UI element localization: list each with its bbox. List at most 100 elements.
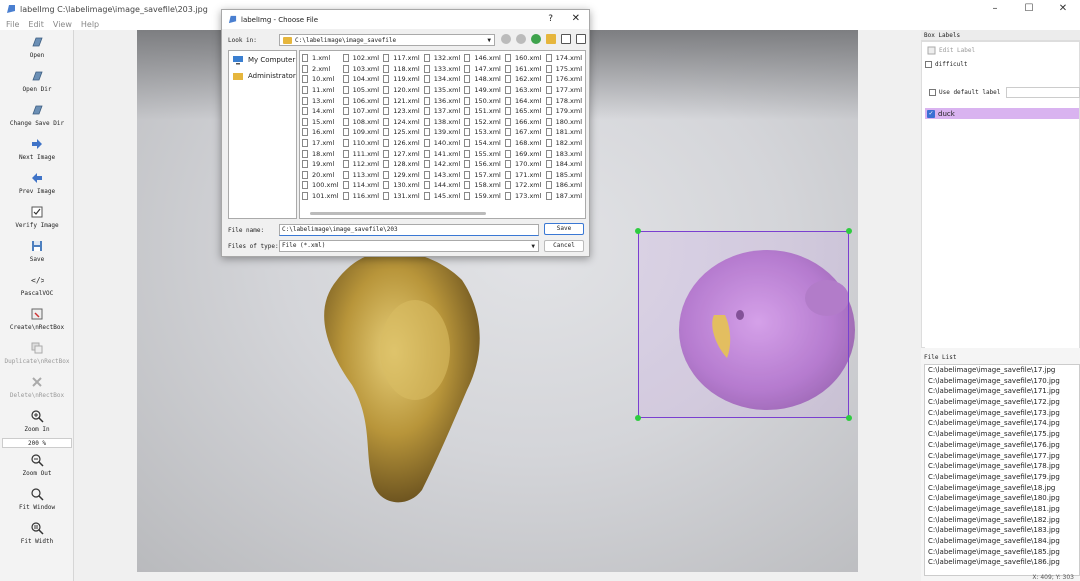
file-item[interactable]: 145.xml (423, 191, 465, 202)
format-pascalvoc-button[interactable]: </> PascalVOC (0, 268, 74, 302)
fit-width-button[interactable]: Fit Width (0, 516, 74, 550)
dialog-save-button[interactable]: Save (544, 223, 584, 235)
file-item[interactable]: 139.xml (423, 127, 465, 138)
file-item[interactable]: 147.xml (464, 64, 505, 75)
file-item[interactable]: 128.xml (383, 159, 424, 170)
bounding-box-duck[interactable] (635, 228, 852, 421)
file-item[interactable]: 13.xml (302, 95, 343, 106)
file-name-input[interactable]: C:\labelimage\image_savefile\203 (279, 224, 539, 236)
file-item[interactable]: 154.xml (464, 138, 505, 149)
forward-arrow-icon[interactable] (516, 34, 526, 44)
file-item[interactable]: 152.xml (464, 117, 505, 128)
file-item[interactable]: 116.xml (342, 191, 384, 202)
file-item[interactable]: 112.xml (342, 159, 384, 170)
verify-image-button[interactable]: Verify Image (0, 200, 74, 234)
new-folder-icon[interactable] (546, 34, 556, 44)
file-list-item[interactable]: C:\labelimage\image_savefile\175.jpg (925, 429, 1079, 440)
file-list-item[interactable]: C:\labelimage\image_savefile\177.jpg (925, 451, 1079, 462)
difficult-check-box[interactable] (925, 61, 932, 68)
file-item[interactable]: 148.xml (464, 74, 505, 85)
back-arrow-icon[interactable] (501, 34, 511, 44)
file-item[interactable]: 142.xml (423, 159, 465, 170)
close-window-button[interactable]: ✕ (1046, 0, 1080, 18)
bbox-handle-top-right[interactable] (846, 228, 852, 234)
file-item[interactable]: 150.xml (464, 95, 505, 106)
file-item[interactable]: 163.xml (504, 85, 546, 96)
minimize-button[interactable]: – (978, 0, 1012, 18)
file-item[interactable]: 156.xml (464, 159, 505, 170)
file-item[interactable]: 10.xml (302, 74, 343, 85)
file-list-item[interactable]: C:\labelimage\image_savefile\182.jpg (925, 515, 1079, 526)
file-item[interactable]: 138.xml (423, 117, 465, 128)
file-item[interactable]: 153.xml (464, 127, 505, 138)
duplicate-rectbox-button[interactable]: Duplicate\nRectBox (0, 336, 74, 370)
file-list-item[interactable]: C:\labelimage\image_savefile\172.jpg (925, 397, 1079, 408)
file-item[interactable]: 175.xml (545, 64, 587, 75)
file-list-item[interactable]: C:\labelimage\image_savefile\185.jpg (925, 547, 1079, 558)
file-list-item[interactable]: C:\labelimage\image_savefile\174.jpg (925, 418, 1079, 429)
file-item[interactable]: 107.xml (342, 106, 384, 117)
file-item[interactable]: 19.xml (302, 159, 343, 170)
maximize-button[interactable]: ☐ (1012, 0, 1046, 18)
file-item[interactable]: 140.xml (423, 138, 465, 149)
difficult-checkbox[interactable]: difficult (925, 61, 968, 68)
file-item[interactable]: 179.xml (545, 106, 587, 117)
save-button[interactable]: Save (0, 234, 74, 268)
file-item[interactable]: 129.xml (383, 170, 424, 181)
file-list-item[interactable]: C:\labelimage\image_savefile\184.jpg (925, 536, 1079, 547)
file-item[interactable]: 172.xml (504, 180, 546, 191)
file-item[interactable]: 183.xml (545, 148, 587, 159)
file-list-item[interactable]: C:\labelimage\image_savefile\178.jpg (925, 461, 1079, 472)
file-item[interactable]: 168.xml (504, 138, 546, 149)
file-item[interactable]: 177.xml (545, 85, 587, 96)
file-item[interactable]: 101.xml (302, 191, 343, 202)
file-item[interactable]: 166.xml (504, 117, 546, 128)
dialog-close-button[interactable]: ✕ (572, 13, 580, 24)
file-item[interactable]: 120.xml (383, 85, 424, 96)
file-list-item[interactable]: C:\labelimage\image_savefile\181.jpg (925, 504, 1079, 515)
file-item[interactable]: 185.xml (545, 170, 587, 181)
file-list-item[interactable]: C:\labelimage\image_savefile\18.jpg (925, 483, 1079, 494)
file-item[interactable]: 125.xml (383, 127, 424, 138)
file-item[interactable]: 184.xml (545, 159, 587, 170)
file-item[interactable]: 124.xml (383, 117, 424, 128)
file-list-item[interactable]: C:\labelimage\image_savefile\17.jpg (925, 365, 1079, 376)
checkmark-icon[interactable]: ✓ (927, 109, 935, 118)
file-item[interactable]: 2.xml (302, 64, 343, 75)
file-list-item[interactable]: C:\labelimage\image_savefile\186.jpg (925, 557, 1079, 568)
open-dir-button[interactable]: Open Dir (0, 64, 74, 98)
dialog-help-button[interactable]: ? (548, 14, 553, 24)
file-list-item[interactable]: C:\labelimage\image_savefile\183.jpg (925, 525, 1079, 536)
use-default-label-checkbox[interactable]: Use default label (929, 89, 1000, 96)
file-item[interactable]: 170.xml (504, 159, 546, 170)
file-item[interactable]: 143.xml (423, 170, 465, 181)
list-view-icon[interactable] (561, 34, 571, 44)
file-item[interactable]: 167.xml (504, 127, 546, 138)
bbox-handle-bottom-left[interactable] (635, 415, 641, 421)
change-save-dir-button[interactable]: Change Save Dir (0, 98, 74, 132)
file-item[interactable]: 15.xml (302, 117, 343, 128)
default-label-input[interactable] (1006, 87, 1080, 98)
file-item[interactable]: 104.xml (342, 74, 384, 85)
file-item[interactable]: 149.xml (464, 85, 505, 96)
edit-label-button[interactable]: Edit Label (927, 46, 975, 55)
create-rectbox-button[interactable]: Create\nRectBox (0, 302, 74, 336)
next-image-button[interactable]: Next Image (0, 132, 74, 166)
file-item[interactable]: 173.xml (504, 191, 546, 202)
horizontal-scrollbar[interactable] (310, 212, 486, 215)
parent-dir-icon[interactable] (531, 34, 541, 44)
file-item[interactable]: 155.xml (464, 148, 505, 159)
file-item[interactable]: 132.xml (423, 53, 465, 64)
delete-rectbox-button[interactable]: Delete\nRectBox (0, 370, 74, 404)
file-item[interactable]: 131.xml (383, 191, 424, 202)
file-item[interactable]: 169.xml (504, 148, 546, 159)
file-list-item[interactable]: C:\labelimage\image_savefile\179.jpg (925, 472, 1079, 483)
detail-view-icon[interactable] (576, 34, 586, 44)
file-item[interactable]: 119.xml (383, 74, 424, 85)
file-item[interactable]: 105.xml (342, 85, 384, 96)
file-item[interactable]: 146.xml (464, 53, 505, 64)
file-list-item[interactable]: C:\labelimage\image_savefile\176.jpg (925, 440, 1079, 451)
file-item[interactable]: 176.xml (545, 74, 587, 85)
file-item[interactable]: 11.xml (302, 85, 343, 96)
file-item[interactable]: 137.xml (423, 106, 465, 117)
